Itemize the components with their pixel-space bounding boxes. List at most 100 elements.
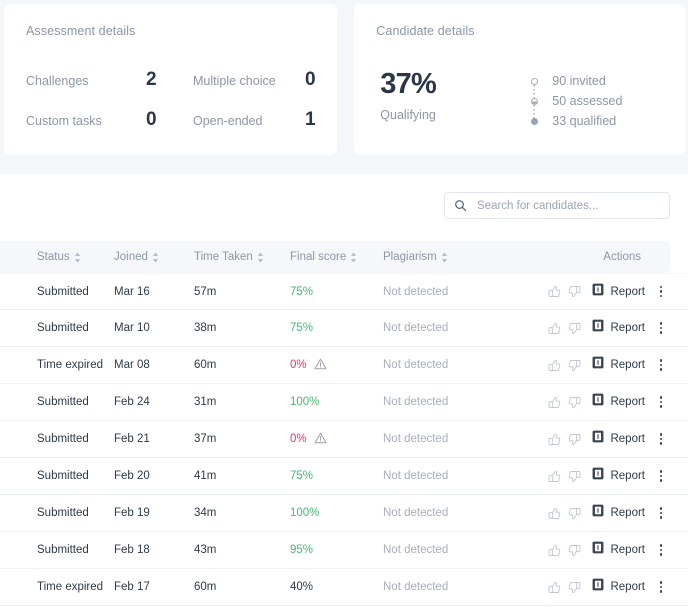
- final-score-value: 40%: [290, 581, 314, 593]
- row-actions: Report: [544, 429, 670, 449]
- final-score-value: 75%: [290, 470, 314, 482]
- kebab-menu-icon[interactable]: [652, 429, 670, 449]
- cell-actions: Report: [509, 429, 688, 449]
- column-header-status[interactable]: Status: [0, 251, 114, 263]
- thumbs-down-icon[interactable]: [564, 355, 584, 375]
- report-label: Report: [610, 581, 645, 593]
- qualifying-percent-value: 37%: [380, 68, 436, 100]
- table-row[interactable]: Submitted Feb 21 37m 0% Not detected Report: [0, 421, 688, 458]
- thumbs-up-icon[interactable]: [544, 577, 564, 597]
- thumbs-down-icon[interactable]: [564, 503, 584, 523]
- report-button[interactable]: Report: [592, 467, 645, 485]
- search-box[interactable]: [444, 192, 670, 219]
- thumbs-up-icon[interactable]: [544, 466, 564, 486]
- report-button[interactable]: Report: [592, 283, 645, 301]
- cell-plagiarism: Not detected: [383, 396, 449, 408]
- cell-plagiarism: Not detected: [383, 322, 449, 334]
- sort-arrows-icon: [257, 252, 264, 263]
- cell-status: Submitted: [37, 507, 89, 519]
- thumbs-down-icon[interactable]: [564, 466, 584, 486]
- stat-label-open-ended: Open-ended: [193, 114, 263, 128]
- cell-plagiarism: Not detected: [383, 433, 449, 445]
- report-button[interactable]: Report: [592, 393, 645, 411]
- cell-time-taken: 60m: [194, 359, 217, 371]
- row-actions: Report: [544, 355, 670, 375]
- kebab-menu-icon[interactable]: [652, 355, 670, 375]
- report-label: Report: [610, 359, 645, 371]
- column-label-actions: Actions: [603, 251, 641, 263]
- thumbs-down-icon[interactable]: [564, 540, 584, 560]
- table-row[interactable]: Submitted Feb 20 41m 75% Not detected Report: [0, 458, 688, 495]
- table-row[interactable]: Submitted Mar 10 38m 75% Not detected Report: [0, 310, 688, 347]
- candidates-panel: Status Joined Time Taken Final score: [0, 174, 688, 615]
- final-score-value: 75%: [290, 322, 314, 334]
- cell-status: Submitted: [37, 285, 89, 298]
- kebab-menu-icon[interactable]: [652, 318, 670, 338]
- candidate-details-title: Candidate details: [376, 24, 475, 38]
- thumbs-up-icon[interactable]: [544, 540, 564, 560]
- warning-triangle-icon: [314, 432, 327, 447]
- cell-actions: Report: [509, 318, 688, 338]
- thumbs-up-icon[interactable]: [544, 355, 564, 375]
- thumbs-up-icon[interactable]: [544, 503, 564, 523]
- thumbs-down-icon[interactable]: [564, 392, 584, 412]
- column-header-joined[interactable]: Joined: [114, 251, 194, 263]
- table-row[interactable]: Submitted Mar 16 57m 75% Not detected Report: [0, 273, 688, 310]
- column-header-time-taken[interactable]: Time Taken: [194, 251, 290, 263]
- sort-arrows-icon: [441, 252, 448, 263]
- thumbs-down-icon[interactable]: [564, 282, 584, 302]
- cell-plagiarism: Not detected: [383, 359, 449, 371]
- cell-time-taken: 38m: [194, 322, 217, 334]
- column-header-plagiarism[interactable]: Plagiarism: [383, 251, 509, 263]
- row-actions: Report: [544, 282, 670, 302]
- thumbs-up-icon[interactable]: [544, 429, 564, 449]
- cell-joined: Feb 21: [114, 433, 150, 445]
- kebab-menu-icon[interactable]: [652, 503, 670, 523]
- report-button[interactable]: Report: [592, 504, 645, 522]
- funnel-item-qualified: 33 qualified: [528, 111, 622, 131]
- kebab-menu-icon[interactable]: [652, 540, 670, 560]
- kebab-menu-icon[interactable]: [652, 282, 670, 302]
- kebab-menu-icon[interactable]: [652, 392, 670, 412]
- thumbs-down-icon[interactable]: [564, 577, 584, 597]
- report-button[interactable]: Report: [592, 541, 645, 559]
- search-input[interactable]: [477, 199, 660, 212]
- report-button[interactable]: Report: [592, 430, 645, 448]
- report-document-icon: [592, 319, 604, 337]
- thumbs-up-icon[interactable]: [544, 282, 564, 302]
- final-score-value: 95%: [290, 544, 314, 556]
- cell-plagiarism: Not detected: [383, 544, 449, 556]
- kebab-menu-icon[interactable]: [652, 577, 670, 597]
- report-button[interactable]: Report: [592, 578, 645, 596]
- column-label-time-taken: Time Taken: [194, 251, 253, 263]
- final-score-value: 0%: [290, 433, 307, 445]
- table-row[interactable]: Time expired Feb 17 60m 40% Not detected Repo…: [0, 569, 688, 606]
- table-row[interactable]: Submitted Feb 24 31m 100% Not detected Report: [0, 384, 688, 421]
- thumbs-down-icon[interactable]: [564, 429, 584, 449]
- search-icon: [454, 199, 467, 212]
- cell-final-score: 75%: [290, 470, 383, 482]
- report-button[interactable]: Report: [592, 319, 645, 337]
- row-actions: Report: [544, 392, 670, 412]
- final-score-value: 100%: [290, 396, 320, 408]
- cell-plagiarism: Not detected: [383, 470, 449, 482]
- cell-status: Submitted: [37, 322, 89, 334]
- column-header-final-score[interactable]: Final score: [290, 251, 383, 263]
- thumbs-up-icon[interactable]: [544, 392, 564, 412]
- table-row[interactable]: Submitted Feb 18 43m 95% Not detected Report: [0, 532, 688, 569]
- cell-status: Submitted: [37, 433, 89, 445]
- report-document-icon: [592, 467, 604, 485]
- report-label: Report: [610, 396, 645, 408]
- warning-triangle-icon: [314, 358, 327, 373]
- table-row[interactable]: Time expired Mar 08 60m 0% Not detected Repor…: [0, 347, 688, 384]
- thumbs-down-icon[interactable]: [564, 318, 584, 338]
- table-row[interactable]: Submitted Feb 19 34m 100% Not detected Report: [0, 495, 688, 532]
- report-button[interactable]: Report: [592, 356, 645, 374]
- cell-joined: Mar 08: [114, 359, 150, 371]
- search-row: [0, 174, 688, 219]
- kebab-menu-icon[interactable]: [652, 466, 670, 486]
- cell-time-taken: 41m: [194, 470, 217, 482]
- thumbs-up-icon[interactable]: [544, 318, 564, 338]
- stat-label-challenges: Challenges: [26, 74, 89, 88]
- report-document-icon: [592, 393, 604, 411]
